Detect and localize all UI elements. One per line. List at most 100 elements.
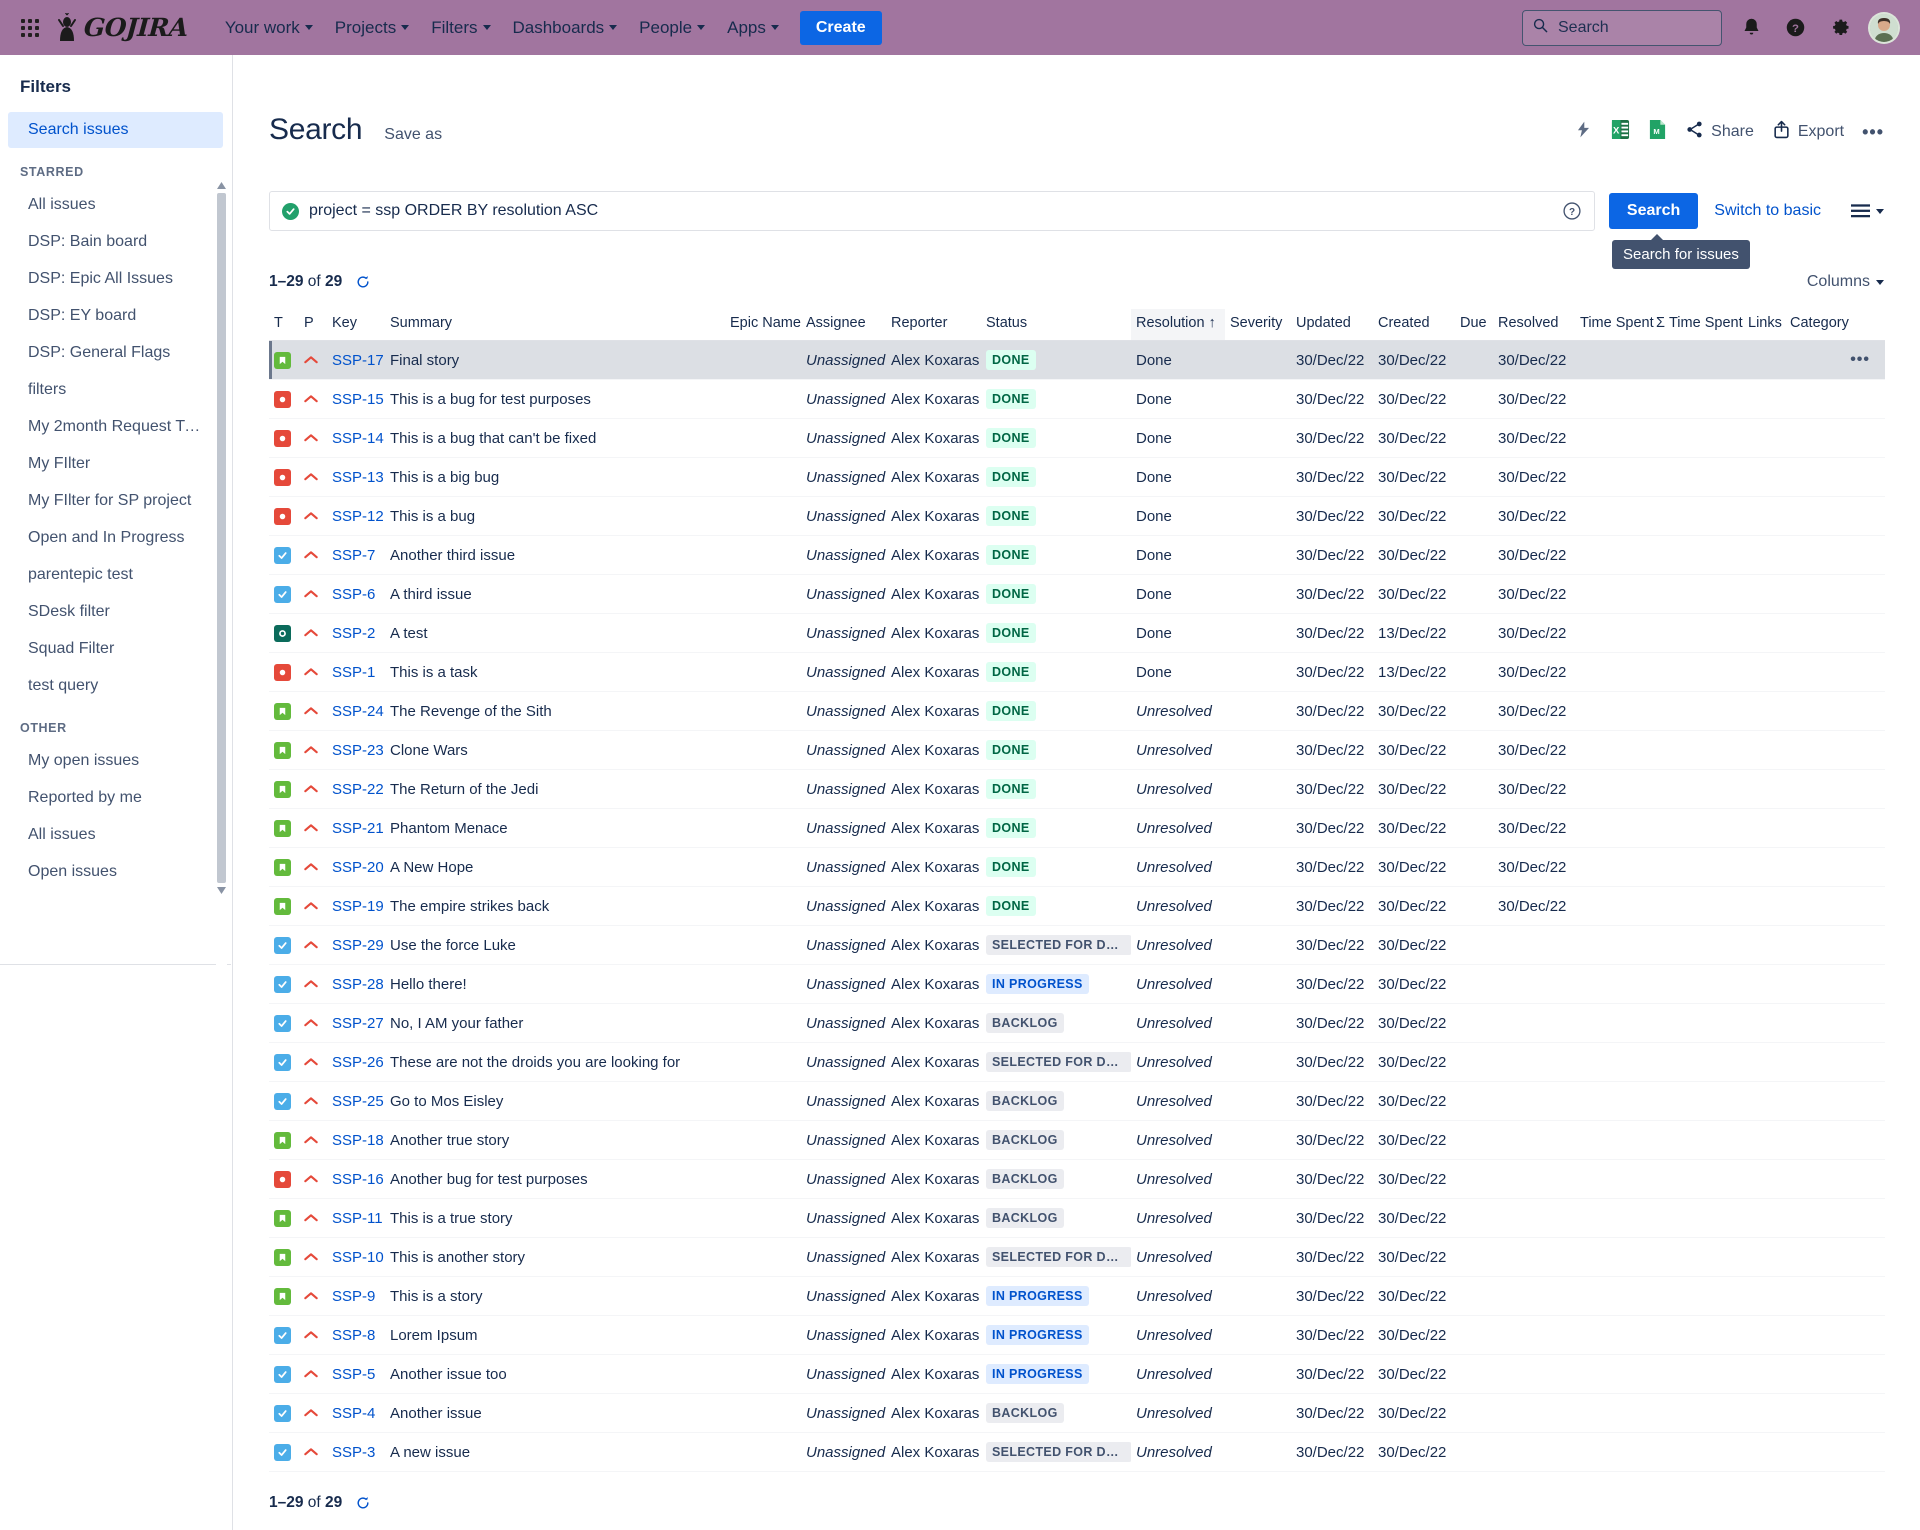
status-badge[interactable]: DONE (986, 779, 1036, 799)
issue-key-link[interactable]: SSP-11 (332, 1210, 383, 1227)
save-as-button[interactable]: Save as (384, 126, 442, 144)
column-header-due[interactable]: Due (1455, 309, 1493, 341)
nav-item-dashboards[interactable]: Dashboards (502, 11, 629, 45)
sidebar-item-my-filter-for-sp-project[interactable]: My FIlter for SP project (8, 483, 223, 519)
nav-item-people[interactable]: People (628, 11, 716, 45)
table-row[interactable]: SSP-14 This is a bug that can't be fixed U… (269, 418, 1885, 458)
refresh-icon[interactable] (356, 1496, 370, 1510)
issue-key-link[interactable]: SSP-1 (332, 664, 375, 681)
sidebar-item-search-issues[interactable]: Search issues (8, 112, 223, 148)
cell-priority[interactable] (299, 1315, 327, 1355)
global-search-box[interactable] (1522, 9, 1722, 46)
issue-key-link[interactable]: SSP-28 (332, 976, 384, 993)
list-view-toggle[interactable] (1851, 204, 1884, 218)
nav-item-projects[interactable]: Projects (324, 11, 420, 45)
cell-priority[interactable] (299, 613, 327, 653)
jql-query-text[interactable]: project = ssp ORDER BY resolution ASC (309, 202, 1542, 220)
table-row[interactable]: SSP-3 A new issue Unassigned Alex Koxaras SE… (269, 1432, 1885, 1472)
cell-priority[interactable] (299, 769, 327, 809)
issue-summary-link[interactable]: Hello there! (390, 976, 467, 993)
issue-key-link[interactable]: SSP-6 (332, 586, 375, 603)
gojira-logo[interactable]: GOJIRA (54, 11, 189, 43)
cell-priority[interactable] (299, 652, 327, 692)
grid-apps-icon[interactable] (14, 12, 46, 44)
column-header-updated[interactable]: Updated (1291, 309, 1373, 341)
switch-to-basic-link[interactable]: Switch to basic (1714, 202, 1821, 220)
table-row[interactable]: SSP-23 Clone Wars Unassigned Alex Koxaras DO… (269, 730, 1885, 770)
cell-issue-type[interactable] (269, 457, 299, 497)
cell-priority[interactable] (299, 1120, 327, 1160)
column-header-reporter[interactable]: Reporter (886, 309, 981, 341)
cell-priority[interactable] (299, 496, 327, 536)
issue-summary-link[interactable]: Use the force Luke (390, 937, 516, 954)
table-row[interactable]: SSP-18 Another true story Unassigned Alex K… (269, 1120, 1885, 1160)
cell-issue-type[interactable] (269, 1315, 299, 1355)
cell-priority[interactable] (299, 730, 327, 770)
issue-summary-link[interactable]: Final story (390, 352, 459, 369)
status-badge[interactable]: SELECTED FOR DEVEL... (986, 1442, 1131, 1462)
cell-priority[interactable] (299, 847, 327, 887)
issue-summary-link[interactable]: This is another story (390, 1249, 525, 1266)
status-badge[interactable]: IN PROGRESS (986, 974, 1089, 994)
sidebar-item-reported-by-me[interactable]: Reported by me (8, 780, 223, 816)
table-row[interactable]: SSP-28 Hello there! Unassigned Alex Koxaras… (269, 964, 1885, 1004)
sidebar-item-sdesk-filter[interactable]: SDesk filter (8, 594, 223, 630)
table-row[interactable]: SSP-25 Go to Mos Eisley Unassigned Alex Kox… (269, 1081, 1885, 1121)
issue-summary-link[interactable]: Go to Mos Eisley (390, 1093, 503, 1110)
column-header-created[interactable]: Created (1373, 309, 1455, 341)
search-input[interactable] (1556, 17, 1711, 38)
issue-summary-link[interactable]: Clone Wars (390, 742, 468, 759)
cell-issue-type[interactable] (269, 886, 299, 926)
issue-key-link[interactable]: SSP-22 (332, 781, 384, 798)
scroll-up-arrow-icon[interactable] (216, 180, 227, 191)
cell-issue-type[interactable] (269, 847, 299, 887)
issue-summary-link[interactable]: The empire strikes back (390, 898, 549, 915)
status-badge[interactable]: SELECTED FOR DEVEL... (986, 1052, 1131, 1072)
status-badge[interactable]: BACKLOG (986, 1091, 1064, 1111)
issue-key-link[interactable]: SSP-16 (332, 1171, 384, 1188)
sidebar-item-open-and-in-progress[interactable]: Open and In Progress (8, 520, 223, 556)
table-row[interactable]: SSP-9 This is a story Unassigned Alex Koxar… (269, 1276, 1885, 1316)
issue-summary-link[interactable]: Lorem Ipsum (390, 1327, 478, 1344)
cell-issue-type[interactable] (269, 1354, 299, 1394)
table-row[interactable]: SSP-20 A New Hope Unassigned Alex Koxaras DO… (269, 847, 1885, 887)
cell-issue-type[interactable] (269, 1042, 299, 1082)
sidebar-item-all-issues[interactable]: All issues (8, 187, 223, 223)
column-header-epic-name[interactable]: Epic Name (725, 309, 801, 341)
cell-priority[interactable] (299, 1198, 327, 1238)
table-row[interactable]: SSP-1 This is a task Unassigned Alex Koxara… (269, 652, 1885, 692)
sidebar-scrollbar[interactable] (216, 180, 227, 1015)
excel-export-icon[interactable]: X (1611, 119, 1630, 145)
issue-summary-link[interactable]: Another issue too (390, 1366, 507, 1383)
sidebar-item-dsp-general-flags[interactable]: DSP: General Flags (8, 335, 223, 371)
issue-key-link[interactable]: SSP-24 (332, 703, 384, 720)
status-badge[interactable]: DONE (986, 662, 1036, 682)
issue-summary-link[interactable]: This is a big bug (390, 469, 499, 486)
table-row[interactable]: SSP-19 The empire strikes back Unassigned A… (269, 886, 1885, 926)
issue-summary-link[interactable]: These are not the droids you are looking… (390, 1054, 680, 1071)
cell-priority[interactable] (299, 340, 327, 380)
cell-priority[interactable] (299, 535, 327, 575)
status-badge[interactable]: BACKLOG (986, 1013, 1064, 1033)
cell-priority[interactable] (299, 925, 327, 965)
cell-issue-type[interactable] (269, 730, 299, 770)
status-badge[interactable]: DONE (986, 701, 1036, 721)
csv-export-icon[interactable]: M (1648, 119, 1667, 145)
nav-item-your-work[interactable]: Your work (214, 11, 324, 45)
issue-key-link[interactable]: SSP-3 (332, 1444, 375, 1461)
status-badge[interactable]: IN PROGRESS (986, 1325, 1089, 1345)
cell-issue-type[interactable] (269, 1159, 299, 1199)
status-badge[interactable]: DONE (986, 740, 1036, 760)
issue-summary-link[interactable]: Another issue (390, 1405, 482, 1422)
issue-key-link[interactable]: SSP-18 (332, 1132, 384, 1149)
issue-key-link[interactable]: SSP-9 (332, 1288, 375, 1305)
cell-issue-type[interactable] (269, 652, 299, 692)
sidebar-item-my-2month-request-type-filter[interactable]: My 2month Request Type Fil... (8, 409, 223, 445)
issue-key-link[interactable]: SSP-10 (332, 1249, 384, 1266)
status-badge[interactable]: DONE (986, 389, 1036, 409)
share-button[interactable]: Share (1685, 120, 1754, 144)
help-question-icon[interactable]: ? (1780, 13, 1810, 43)
issue-key-link[interactable]: SSP-2 (332, 625, 375, 642)
status-badge[interactable]: DONE (986, 584, 1036, 604)
table-row[interactable]: SSP-7 Another third issue Unassigned Alex K… (269, 535, 1885, 575)
